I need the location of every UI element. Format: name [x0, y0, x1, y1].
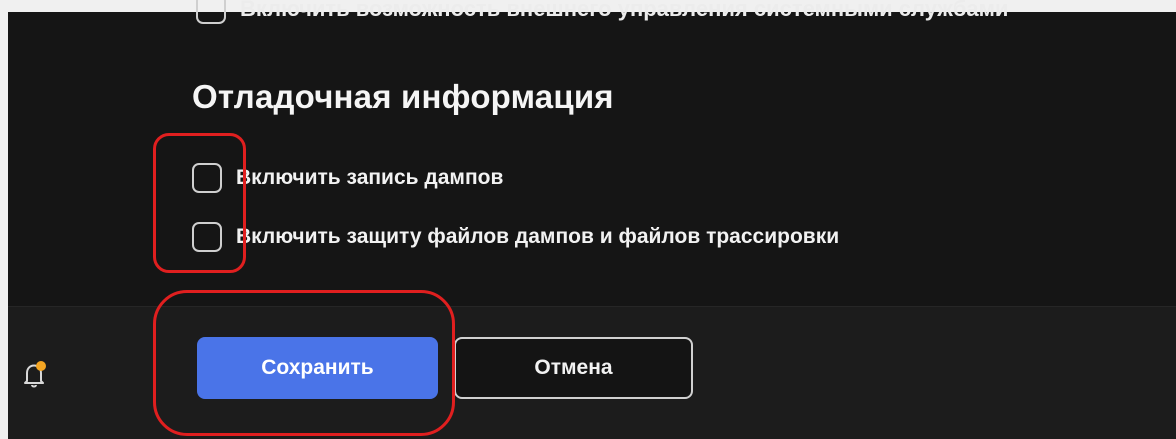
dump-protect-checkbox[interactable]: [192, 222, 222, 252]
dump-write-checkbox[interactable]: [192, 163, 222, 193]
save-button[interactable]: Сохранить: [197, 337, 438, 399]
debug-section-title: Отладочная информация: [192, 78, 614, 115]
dump-write-label: Включить запись дампов: [236, 166, 504, 189]
window-edge-left: [0, 0, 8, 439]
external-control-checkbox[interactable]: [196, 0, 226, 24]
bell-icon[interactable]: [22, 360, 48, 390]
dump-protect-label: Включить защиту файлов дампов и файлов т…: [236, 225, 840, 248]
external-control-label: Включить возможность внешнего управления…: [240, 0, 1009, 21]
external-control-row[interactable]: Включить возможность внешнего управления…: [196, 0, 1008, 28]
settings-content: [8, 12, 1176, 306]
cancel-button[interactable]: Отмена: [454, 337, 693, 399]
dump-write-row[interactable]: Включить запись дампов: [192, 163, 503, 193]
bell-icon-graphic: [24, 361, 46, 388]
notification-dot: [36, 361, 46, 371]
dump-protect-row[interactable]: Включить защиту файлов дампов и файлов т…: [192, 222, 839, 252]
